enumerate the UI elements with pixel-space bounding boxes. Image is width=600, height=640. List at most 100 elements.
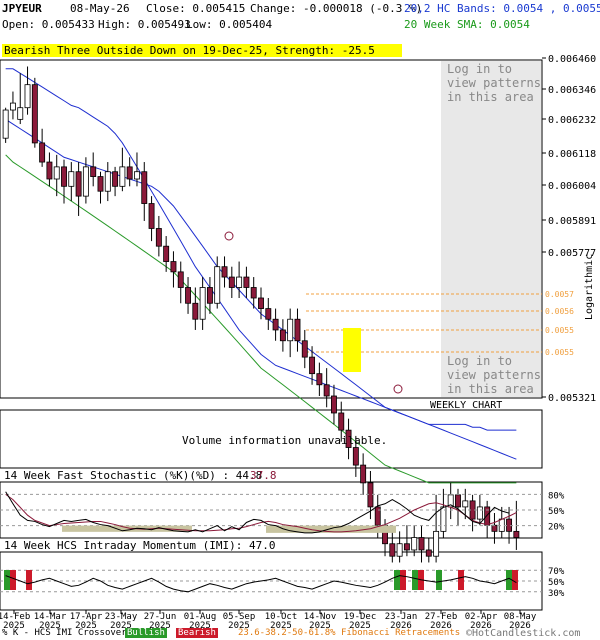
candle-body — [513, 530, 520, 538]
candle-body — [272, 318, 279, 331]
fib-label: 0.0056 — [545, 307, 574, 316]
candle-body — [403, 543, 410, 551]
candle-body — [163, 245, 170, 262]
bullish-badge: Bullish — [125, 628, 167, 638]
imi-signal-bar — [4, 570, 10, 590]
pattern-marker — [224, 231, 234, 241]
brand-label: ©HotCandlestick.com — [466, 628, 581, 639]
crossover-label: % K - HCS IMI Crossover: — [2, 628, 133, 638]
pattern-marker — [393, 384, 403, 394]
stoch-level-label: 50% — [548, 507, 565, 517]
imi-signal-bar — [458, 570, 464, 590]
imi-signal-bar — [436, 570, 442, 590]
login-line: in this area — [447, 382, 534, 396]
fib-label: 0.0057 — [545, 290, 574, 299]
candle-body — [360, 464, 367, 484]
candle-body — [455, 494, 461, 508]
candle-body — [367, 482, 374, 508]
login-line: Log in to — [447, 354, 513, 368]
login-line: in this area — [447, 90, 534, 104]
stoch-title: 14 Week Fast Stochastic (%K)(%D) : 44.8 — [4, 469, 263, 482]
candle-body — [258, 297, 264, 309]
login-line: view patterns — [447, 76, 541, 90]
candle-body — [228, 276, 235, 288]
candle-body — [126, 166, 133, 180]
candle-body — [61, 166, 67, 187]
candle-body — [148, 203, 155, 229]
candle-body — [177, 271, 184, 288]
imi-signal-bar — [394, 570, 400, 590]
candle-body — [24, 84, 31, 109]
candle-body — [309, 356, 316, 375]
candle-body — [418, 537, 425, 551]
fib-label: 0.0055 — [545, 348, 574, 357]
candle-body — [39, 142, 46, 163]
stoch-level-label: 20% — [548, 523, 565, 533]
imi-level-label: 70% — [548, 567, 565, 577]
candle-body — [221, 266, 228, 278]
candle-body — [243, 276, 250, 288]
login-line: view patterns — [447, 368, 541, 382]
candle-body — [265, 308, 272, 320]
candle-body — [287, 318, 294, 342]
candle-body — [2, 109, 9, 139]
candle-body — [170, 261, 177, 273]
candle-body — [301, 340, 308, 358]
candle-body — [46, 161, 53, 180]
candle-body — [75, 171, 82, 197]
price-tick-label: 0.005321 — [548, 393, 596, 404]
candle-body — [90, 166, 97, 177]
fib-label: 0.0055 — [545, 326, 574, 335]
candle-body — [236, 276, 243, 288]
candle-body — [323, 384, 330, 397]
imi-title: 14 Week HCS Intraday Momentum (IMI): 47.… — [4, 539, 276, 552]
candle-body — [331, 395, 337, 414]
imi-signal-bar — [26, 570, 32, 590]
candle-body — [104, 171, 111, 192]
stoch-d-value: 37.8 — [250, 469, 277, 482]
candle-body — [214, 266, 221, 304]
price-tick-label: 0.006460 — [548, 54, 596, 65]
candle-body — [316, 373, 323, 386]
imi-level-label: 30% — [548, 589, 565, 599]
weekly-chart-label: WEEKLY CHART — [430, 400, 503, 411]
candle-body — [68, 171, 75, 187]
candle-body — [97, 176, 104, 192]
pattern-highlight — [343, 328, 361, 372]
candle-body — [411, 537, 418, 551]
imi-level-label: 50% — [548, 578, 565, 588]
login-overlay-bottom: Log in to view patterns in this area — [447, 354, 541, 396]
candle-body — [250, 287, 257, 299]
candle-body — [396, 543, 403, 557]
price-tick-label: 0.006004 — [548, 181, 596, 192]
candle-body — [134, 171, 140, 180]
login-area-shade — [441, 61, 541, 397]
candle-body — [462, 500, 469, 508]
imi-signal-bar — [400, 570, 406, 590]
candle-body — [31, 84, 38, 144]
candle-body — [17, 107, 24, 120]
candle-body — [9, 102, 16, 111]
price-tick-label: 0.006346 — [548, 85, 596, 96]
login-overlay-top: Log in to view patterns in this area — [447, 62, 541, 104]
candle-body — [185, 287, 191, 304]
candle-body — [155, 228, 162, 247]
candle-body — [389, 543, 396, 557]
candle-body — [112, 171, 119, 187]
candle-body — [53, 166, 60, 180]
imi-signal-bar — [10, 570, 16, 590]
axis-title-logarithmic: Logarithmic — [584, 253, 595, 320]
fib-label: 23.6-38.2-50-61.8% Fibonacci Retracement… — [238, 628, 461, 638]
candle-body — [82, 166, 89, 197]
candle-body — [476, 506, 483, 520]
price-tick-label: 0.006118 — [548, 149, 596, 160]
price-tick-label: 0.006232 — [548, 115, 596, 126]
login-line: Log in to — [447, 62, 513, 76]
candle-body — [294, 318, 301, 342]
price-tick-label: 0.005891 — [548, 216, 596, 227]
volume-message: Volume information unavailable. — [182, 434, 388, 447]
candle-body — [491, 524, 498, 532]
candle-body — [199, 287, 206, 320]
candle-body — [338, 412, 345, 431]
imi-signal-bar — [412, 570, 418, 590]
